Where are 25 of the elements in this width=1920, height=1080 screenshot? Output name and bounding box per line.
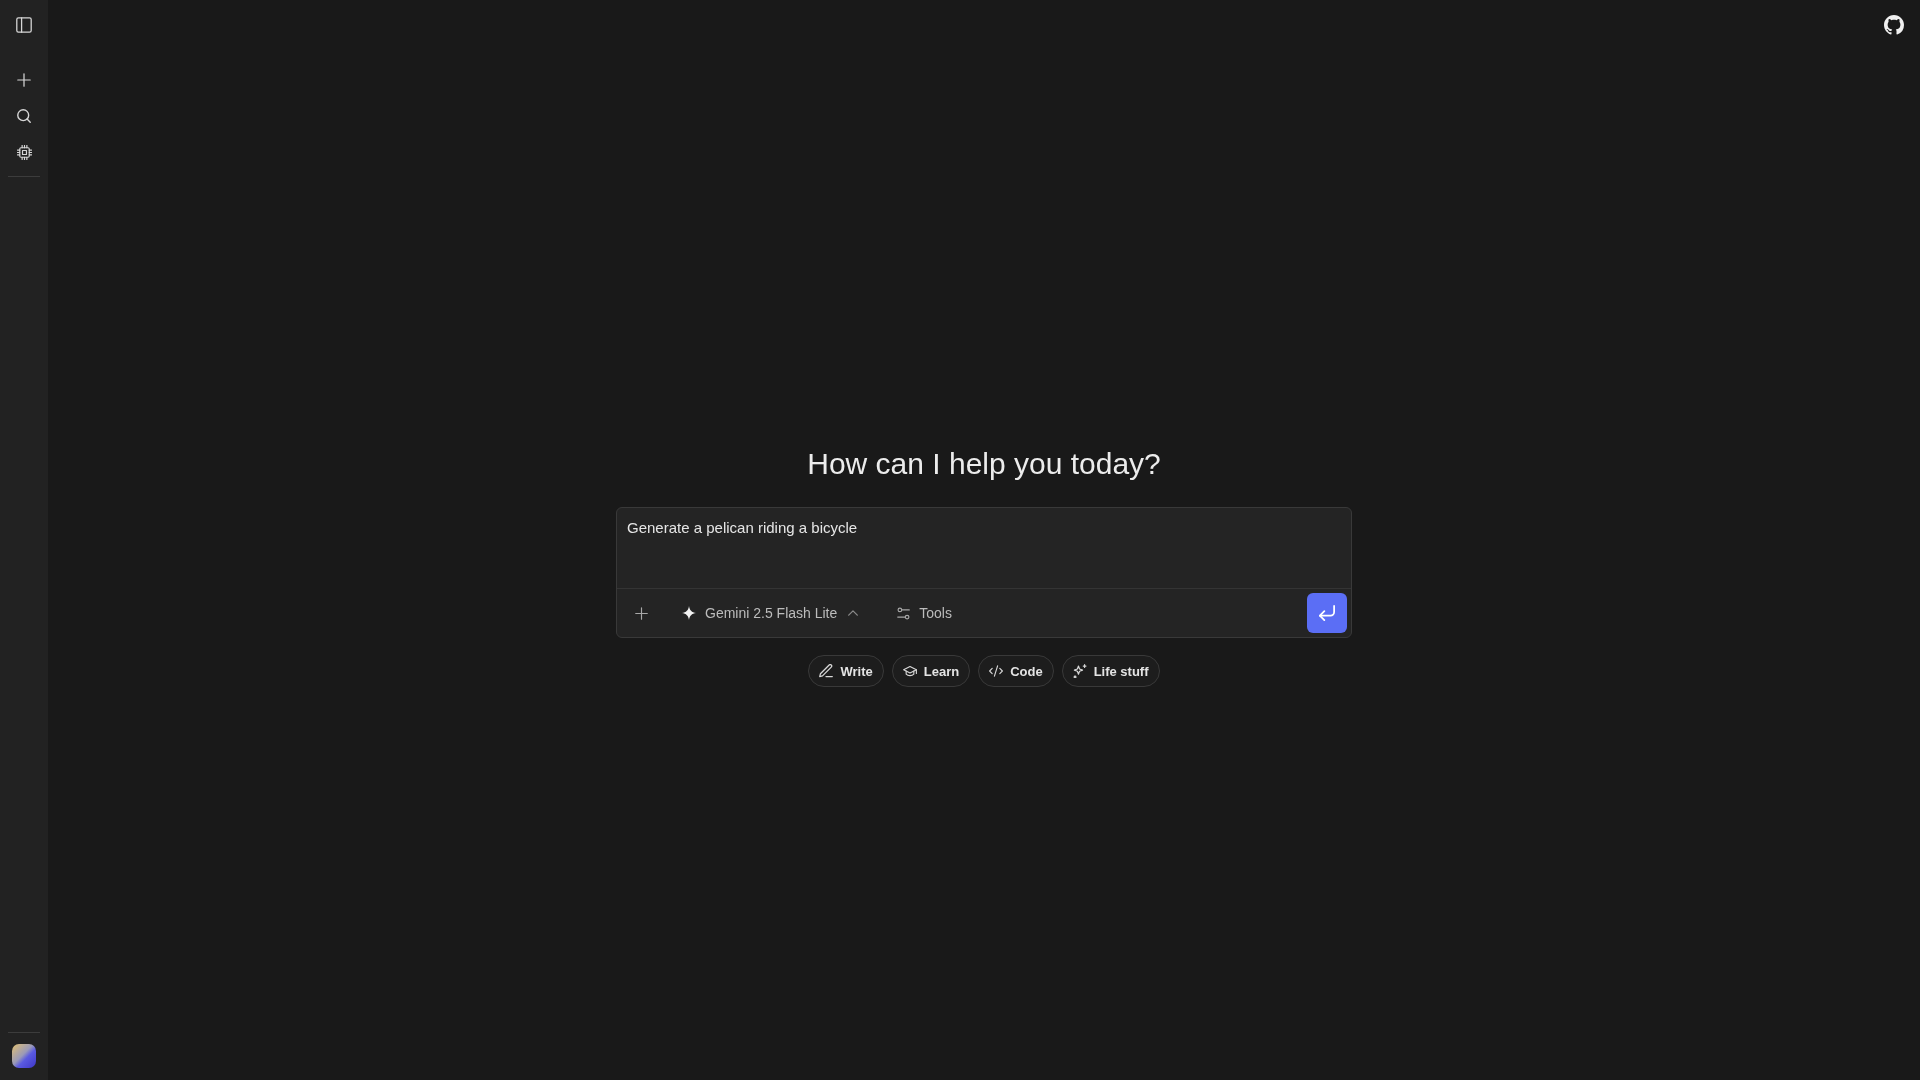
sparkles-icon bbox=[1072, 664, 1087, 678]
suggestion-chip[interactable]: Life stuff bbox=[1061, 655, 1160, 687]
chevron-up-icon bbox=[848, 608, 859, 619]
enter-icon bbox=[1319, 605, 1335, 622]
plus-icon bbox=[17, 73, 31, 87]
welcome-heading: How can I help you today? bbox=[807, 446, 1161, 482]
github-icon[interactable] bbox=[1884, 15, 1904, 35]
sliders-icon bbox=[897, 606, 911, 620]
plus-icon bbox=[634, 606, 648, 620]
message-input[interactable]: Generate a pelican riding a bicycle bbox=[617, 508, 1351, 589]
sidebar-icon bbox=[16, 17, 32, 33]
avatar-icon[interactable] bbox=[12, 1044, 36, 1068]
message-composer[interactable]: Generate a pelican riding a bicycle Gemini 2.5 Flash Lite Tools bbox=[616, 507, 1352, 638]
pen-icon bbox=[819, 664, 834, 678]
model-selector-button[interactable]: Gemini 2.5 Flash Lite bbox=[674, 599, 865, 628]
suggestion-chip[interactable]: Learn bbox=[891, 655, 971, 687]
search-icon bbox=[17, 109, 31, 123]
chip-icon bbox=[16, 144, 32, 160]
tools-button[interactable]: Tools bbox=[891, 599, 958, 628]
send-button[interactable] bbox=[1307, 593, 1347, 634]
suggestion-chip[interactable]: Write bbox=[808, 655, 884, 687]
mortarboard-icon bbox=[902, 664, 917, 678]
sparkle-icon bbox=[682, 606, 696, 621]
suggestion-chip[interactable]: Code bbox=[978, 655, 1054, 687]
code-icon bbox=[989, 664, 1004, 678]
